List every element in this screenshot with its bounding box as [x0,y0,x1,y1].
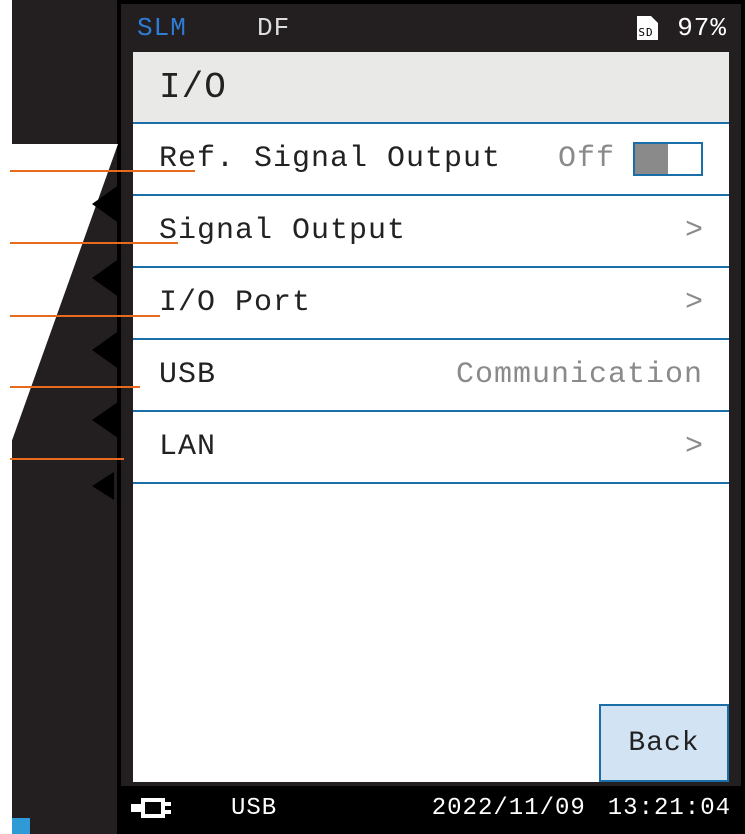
bottom-date: 2022/11/09 [432,795,586,822]
menu-item-label: USB [159,358,216,392]
annotation-marker [92,258,120,298]
bottom-time: 13:21:04 [608,795,731,822]
battery-percentage: 97% [677,13,727,43]
power-plug-icon [131,796,187,820]
sd-card-icon: SD [631,13,661,43]
accent-corner [12,818,30,834]
menu-item-lan[interactable]: LAN > [133,412,729,484]
annotation-marker [92,184,120,224]
svg-text:SD: SD [639,26,654,39]
toggle-on-half [668,144,701,174]
back-button[interactable]: Back [599,704,729,782]
toggle-ref-signal-output[interactable] [633,142,703,176]
menu-item-ref-signal-output[interactable]: Ref. Signal Output Off [133,124,729,196]
chevron-right-icon: > [685,430,703,464]
page-title: I/O [133,52,729,124]
annotation-marker [92,330,120,370]
screen-area: I/O Ref. Signal Output Off Signal Output… [133,52,729,782]
annotation-callout-line [10,242,178,244]
back-button-label: Back [628,728,699,759]
device-frame: SLM DF SD 97% I/O Ref. Signal Output Off [117,0,745,834]
menu-item-label: LAN [159,430,216,464]
annotation-callout-line [10,170,195,172]
menu-item-io-port[interactable]: I/O Port > [133,268,729,340]
menu-item-label: Ref. Signal Output [159,142,501,176]
page-title-text: I/O [159,67,227,108]
menu-item-value: Communication [456,358,703,392]
status-bar: SLM DF SD 97% [121,4,741,52]
bottom-connection-label: USB [231,795,277,822]
status-mode-df: DF [257,13,290,43]
status-mode-slm: SLM [137,13,227,43]
chevron-right-icon: > [685,286,703,320]
menu-item-usb[interactable]: USB Communication [133,340,729,412]
menu-list: Ref. Signal Output Off Signal Output > I… [133,124,729,484]
toggle-off-half [635,144,668,174]
menu-item-label: I/O Port [159,286,311,320]
annotation-callout-line [10,315,160,317]
chevron-right-icon: > [685,214,703,248]
bottom-status-bar: USB 2022/11/09 13:21:04 [121,786,741,830]
annotation-marker [92,402,118,438]
menu-item-label: Signal Output [159,214,406,248]
annotation-callout-line [10,386,140,388]
menu-item-signal-output[interactable]: Signal Output > [133,196,729,268]
menu-item-value: Off [558,142,615,176]
annotation-callout-line [10,458,124,460]
annotation-marker [92,472,114,500]
